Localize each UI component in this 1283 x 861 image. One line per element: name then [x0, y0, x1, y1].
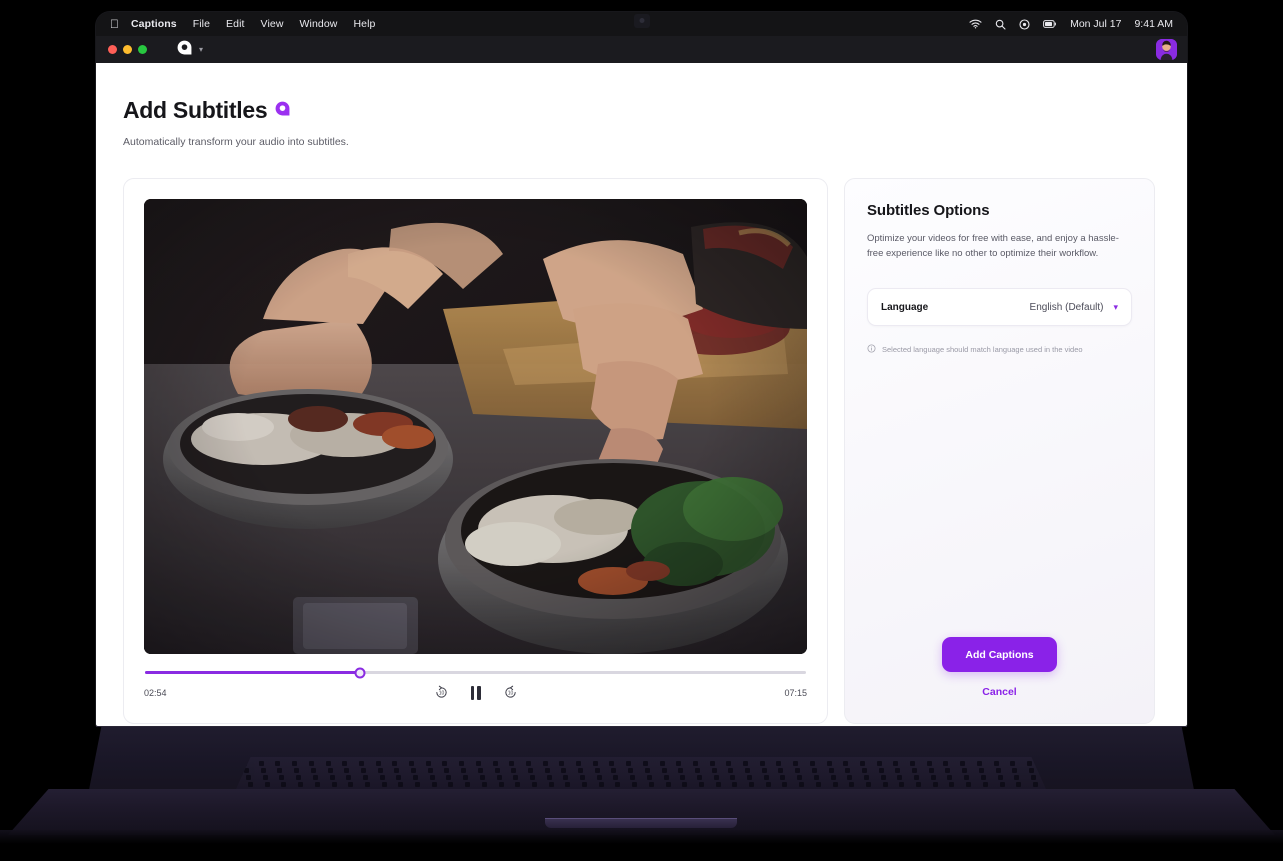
- info-icon: [867, 340, 876, 358]
- transport-controls: 10 10: [224, 685, 727, 700]
- control-center-icon[interactable]: [1019, 18, 1030, 30]
- video-still-image: [144, 199, 807, 654]
- wifi-icon[interactable]: [969, 19, 982, 29]
- language-label: Language: [881, 301, 929, 313]
- rewind-10-icon[interactable]: 10: [434, 685, 449, 700]
- duration-time: 07:15: [784, 687, 807, 698]
- forward-10-icon[interactable]: 10: [503, 685, 518, 700]
- maximize-button[interactable]: [138, 45, 147, 54]
- menubar-time[interactable]: 9:41 AM: [1134, 18, 1173, 30]
- app-titlebar: ▾: [96, 36, 1187, 63]
- page-title: Add Subtitles: [123, 97, 268, 123]
- menu-item-view[interactable]: View: [261, 18, 284, 30]
- menu-item-edit[interactable]: Edit: [226, 18, 245, 30]
- minimize-button[interactable]: [123, 45, 132, 54]
- progress-handle[interactable]: [354, 667, 366, 678]
- laptop-base-shadow: [0, 830, 1283, 844]
- cancel-button[interactable]: Cancel: [982, 686, 1016, 698]
- svg-text:10: 10: [507, 691, 513, 697]
- keyboard-keys: [236, 757, 1046, 789]
- menu-item-captions[interactable]: Captions: [131, 18, 177, 30]
- add-captions-button[interactable]: Add Captions: [942, 637, 1057, 672]
- battery-icon[interactable]: [1043, 19, 1057, 29]
- titlebar-logo-group[interactable]: ▾: [177, 40, 203, 60]
- avatar[interactable]: [1156, 39, 1177, 60]
- progress-fill: [145, 671, 360, 674]
- captions-logo-icon: [275, 101, 290, 121]
- options-description: Optimize your videos for free with ease,…: [867, 233, 1119, 259]
- menu-item-file[interactable]: File: [193, 18, 210, 30]
- close-button[interactable]: [108, 45, 117, 54]
- laptop-hinge: [96, 726, 1187, 727]
- video-card: 02:54 10 10 07:15: [123, 178, 828, 724]
- laptop-screen:  Captions File Edit View Window Help: [96, 12, 1187, 726]
- pause-bar-left: [470, 685, 474, 700]
- progress-bar[interactable]: [144, 667, 807, 678]
- macos-menubar:  Captions File Edit View Window Help: [96, 12, 1187, 36]
- video-preview[interactable]: [144, 199, 807, 654]
- language-hint: Selected language should match language …: [867, 340, 1132, 358]
- language-value: English (Default): [1029, 301, 1104, 313]
- menubar-status-area: Mon Jul 17 9:41 AM: [969, 18, 1173, 30]
- laptop-keyboard: [236, 757, 1046, 789]
- current-time: 02:54: [144, 687, 167, 698]
- page-header: Add Subtitles: [123, 97, 1160, 124]
- options-title: Subtitles Options: [867, 202, 990, 219]
- menubar-date[interactable]: Mon Jul 17: [1070, 18, 1121, 30]
- camera-notch: [633, 14, 650, 28]
- search-icon[interactable]: [995, 19, 1006, 30]
- app-content: Add Subtitles Automatically transform yo…: [96, 63, 1187, 726]
- window-controls: [108, 45, 147, 54]
- player-controls: 02:54 10 10 07:15: [144, 685, 807, 700]
- language-hint-text: Selected language should match language …: [882, 344, 1083, 354]
- chevron-down-icon[interactable]: ▾: [199, 45, 203, 54]
- page-subtitle: Automatically transform your audio into …: [123, 136, 349, 148]
- apple-icon[interactable]: : [110, 18, 119, 30]
- menu-item-help[interactable]: Help: [353, 18, 375, 30]
- captions-logo-icon: [177, 40, 192, 60]
- chevron-down-icon[interactable]: ▾: [1113, 302, 1118, 313]
- language-select[interactable]: Language English (Default) ▾: [867, 288, 1132, 327]
- pause-icon[interactable]: [470, 685, 481, 700]
- menu-item-window[interactable]: Window: [300, 18, 338, 30]
- cards-row: 02:54 10 10 07:15 Subtitles Options Opti…: [123, 178, 1160, 724]
- progress-track[interactable]: [145, 667, 806, 678]
- pause-bar-right: [477, 685, 481, 700]
- laptop-base-deck: [8, 789, 1275, 835]
- screenshot-root:  Captions File Edit View Window Help: [0, 0, 1283, 861]
- laptop-front-notch: [545, 818, 737, 828]
- svg-text:10: 10: [438, 691, 444, 697]
- subtitles-options-card: Subtitles Options Optimize your videos f…: [844, 178, 1155, 724]
